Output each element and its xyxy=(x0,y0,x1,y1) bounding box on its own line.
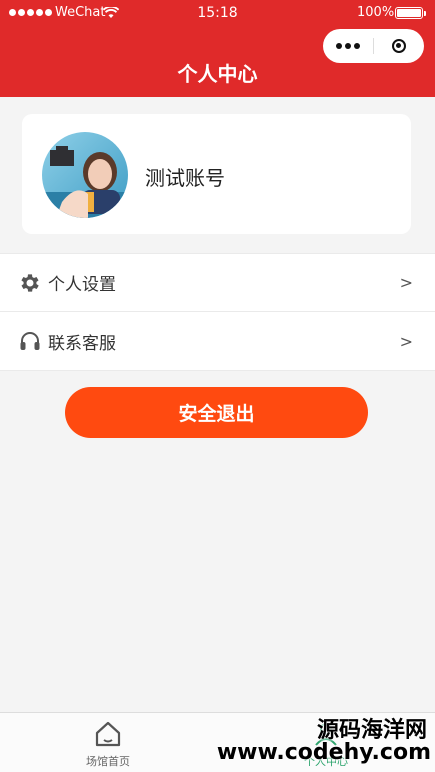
more-dots-icon xyxy=(336,43,342,49)
battery-percent: 100% xyxy=(357,5,395,20)
tab-profile[interactable]: 个人中心 xyxy=(266,713,386,772)
menu-item-personal-settings[interactable]: 个人设置 > xyxy=(0,254,435,312)
profile-name: 测试账号 xyxy=(145,166,225,190)
target-icon xyxy=(392,39,406,53)
headset-icon xyxy=(20,332,40,350)
tab-bar: 场馆首页 个人中心 xyxy=(0,712,435,772)
home-icon xyxy=(95,721,121,747)
status-bar: WeChat 15:18 100% xyxy=(0,0,435,28)
app-root: WeChat 15:18 100% 个人中心 测试账号 个人设置 > 联系客服 … xyxy=(0,0,435,772)
page-title: 个人中心 xyxy=(177,62,258,86)
profile-card[interactable]: 测试账号 xyxy=(22,114,411,234)
user-icon xyxy=(315,723,337,746)
battery-icon xyxy=(395,7,426,19)
avatar-image xyxy=(42,132,128,218)
avatar[interactable] xyxy=(42,132,128,218)
menu-item-label: 个人设置 xyxy=(48,275,116,295)
tab-home[interactable]: 场馆首页 xyxy=(48,713,168,772)
logout-button[interactable]: 安全退出 xyxy=(65,387,368,438)
chevron-right-icon: > xyxy=(399,331,413,351)
header: WeChat 15:18 100% 个人中心 xyxy=(0,0,435,97)
tab-label: 场馆首页 xyxy=(86,755,130,768)
gear-icon xyxy=(21,273,39,292)
menu-list: 个人设置 > 联系客服 > xyxy=(0,253,435,371)
chevron-right-icon: > xyxy=(399,273,413,292)
menu-item-contact-support[interactable]: 联系客服 > xyxy=(0,312,435,370)
tab-label: 个人中心 xyxy=(304,755,348,768)
menu-item-label: 联系客服 xyxy=(48,333,116,354)
